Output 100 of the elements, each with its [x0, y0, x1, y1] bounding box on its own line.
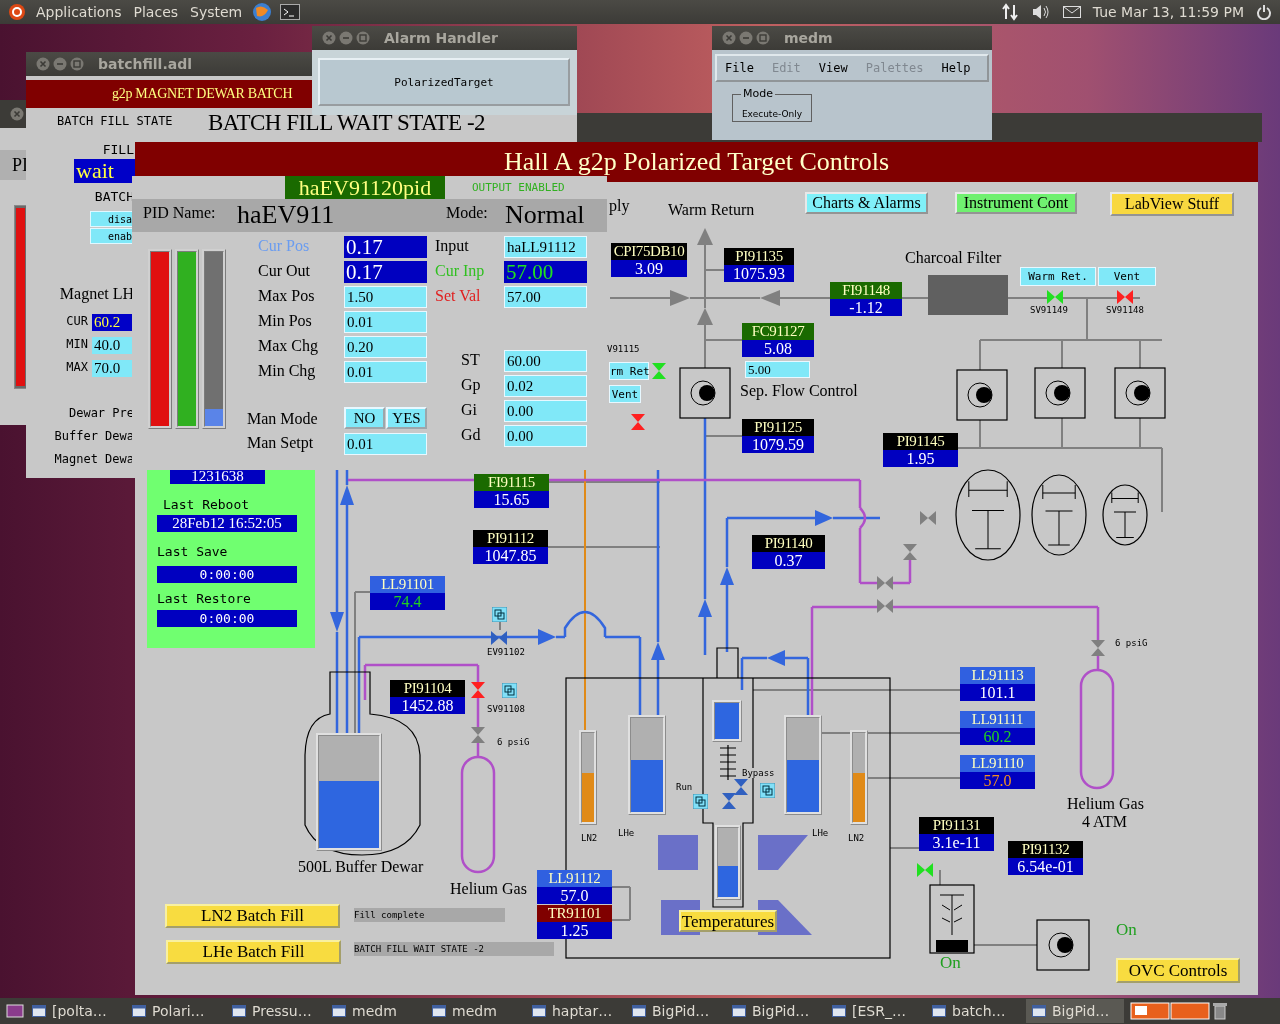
- input-field[interactable]: 0.20: [344, 336, 427, 358]
- valve-icon: [491, 631, 507, 645]
- action-button[interactable]: Temperatures: [679, 910, 777, 932]
- valve-icon: [877, 599, 893, 613]
- info-label: Last Restore: [157, 591, 251, 606]
- input-field[interactable]: 0.00: [504, 400, 587, 422]
- menu-item[interactable]: View: [818, 61, 848, 75]
- pipe-line: [725, 585, 729, 652]
- field-label: Cur Inp: [435, 262, 485, 280]
- input-field[interactable]: 5.00: [745, 361, 810, 378]
- maximize-icon[interactable]: [356, 31, 370, 45]
- trash-icon[interactable]: [1212, 1002, 1228, 1020]
- minimize-icon[interactable]: [739, 31, 753, 45]
- input-field[interactable]: 1.50: [344, 286, 427, 308]
- diagram-label: 4 ATM: [1082, 813, 1127, 831]
- panel-menu[interactable]: Applications: [34, 4, 124, 20]
- terminal-icon[interactable]: [280, 4, 301, 20]
- toggle-button[interactable]: disa: [90, 211, 135, 227]
- action-button[interactable]: OVC Controls: [1116, 958, 1240, 983]
- windows-icon[interactable]: [492, 607, 507, 622]
- taskbar-button[interactable]: [polta…: [26, 999, 124, 1023]
- taskbar-button[interactable]: BigPid…: [726, 999, 824, 1023]
- component-label: 6 psiG: [1115, 638, 1148, 648]
- output-status: OUTPUT ENABLED: [472, 181, 565, 194]
- taskbar-button[interactable]: [ESR_…: [826, 999, 924, 1023]
- reading-value: 3.09: [611, 260, 687, 277]
- nav-button[interactable]: LabView Stuff: [1110, 192, 1234, 216]
- state-label: BATCH FILL STATE: [57, 114, 173, 128]
- show-desktop-icon[interactable]: [6, 1003, 24, 1019]
- flow-arrow-icon: [720, 567, 734, 585]
- valve-button[interactable]: Warm Ret.: [1020, 267, 1096, 286]
- toggle-button[interactable]: NO: [344, 407, 385, 429]
- valve-icon: [917, 863, 933, 877]
- toggle-button[interactable]: YES: [386, 407, 427, 429]
- menu-item[interactable]: Help: [941, 61, 971, 75]
- valve-icon: [1091, 640, 1105, 656]
- input-field[interactable]: 57.00: [504, 286, 587, 308]
- workspace-switcher-icon[interactable]: [1130, 1002, 1210, 1020]
- tag-name-label: LL91112: [537, 870, 612, 887]
- taskbar-button[interactable]: BigPid…: [1026, 999, 1124, 1023]
- taskbar-label: BigPid…: [1052, 1003, 1110, 1019]
- taskbar-button[interactable]: Polari…: [126, 999, 224, 1023]
- browser-globe-icon[interactable]: [252, 2, 273, 22]
- action-button[interactable]: LN2 Batch Fill: [165, 904, 340, 928]
- tag-name-label: LL91111: [960, 711, 1035, 728]
- field-label: Cur Out: [258, 262, 310, 280]
- input-field[interactable]: 0.02: [504, 375, 587, 397]
- field-label: Cur Pos: [258, 237, 310, 255]
- field-label: Min Pos: [258, 312, 312, 330]
- input-field[interactable]: 40.0: [92, 337, 135, 354]
- valve-button[interactable]: Vent: [1098, 267, 1156, 286]
- mail-icon[interactable]: [1062, 6, 1081, 18]
- reading-value: 60.2: [92, 314, 135, 331]
- volume-icon[interactable]: [1030, 4, 1051, 20]
- flow-arrow-icon: [697, 308, 713, 325]
- power-icon[interactable]: [1256, 4, 1272, 20]
- menu-item[interactable]: File: [725, 61, 754, 75]
- panel-menu[interactable]: System: [188, 4, 245, 20]
- panel-menu[interactable]: Places: [131, 4, 181, 20]
- minimize-icon[interactable]: [53, 57, 67, 71]
- windows-icon[interactable]: [760, 783, 775, 798]
- maximize-icon[interactable]: [756, 31, 770, 45]
- valve-button[interactable]: Vent: [609, 385, 641, 403]
- input-field[interactable]: 70.0: [92, 360, 135, 377]
- taskbar-label: medm: [452, 1003, 497, 1019]
- network-arrows-icon[interactable]: [1000, 3, 1019, 21]
- close-icon[interactable]: [322, 31, 336, 45]
- window-icon: [32, 1005, 46, 1017]
- taskbar-button[interactable]: medm: [326, 999, 424, 1023]
- taskbar-button[interactable]: Pressu…: [226, 999, 324, 1023]
- close-icon[interactable]: [722, 31, 736, 45]
- alarm-group-button[interactable]: PolarizedTarget: [318, 58, 570, 106]
- windows-icon[interactable]: [502, 683, 517, 698]
- input-field[interactable]: 60.00: [504, 350, 587, 372]
- input-field[interactable]: 0.01: [344, 433, 427, 455]
- component-label: Bypass: [742, 768, 775, 778]
- input-field[interactable]: 0.01: [344, 311, 427, 333]
- field-label: Max Chg: [258, 337, 318, 355]
- action-button[interactable]: LHe Batch Fill: [166, 940, 341, 964]
- nav-button[interactable]: Instrument Cont: [955, 192, 1077, 214]
- valve-icon: [652, 363, 666, 379]
- pv-name: haEV91120pid: [285, 176, 445, 199]
- maximize-icon[interactable]: [70, 57, 84, 71]
- input-field[interactable]: 0.01: [344, 361, 427, 383]
- minimize-icon[interactable]: [339, 31, 353, 45]
- close-icon[interactable]: [36, 57, 50, 71]
- taskbar-button[interactable]: BigPid…: [626, 999, 724, 1023]
- taskbar-button[interactable]: haptar…: [526, 999, 624, 1023]
- valve-button[interactable]: rm Ret: [609, 362, 649, 380]
- toggle-button[interactable]: enab: [90, 228, 135, 244]
- nav-button[interactable]: Charts & Alarms: [805, 192, 928, 214]
- close-icon[interactable]: [10, 107, 24, 121]
- input-field[interactable]: 0.00: [504, 425, 587, 447]
- input-field[interactable]: haLL91112: [504, 236, 587, 258]
- taskbar-button[interactable]: batch…: [926, 999, 1024, 1023]
- tag-name-label: FI91115: [474, 474, 549, 491]
- clock-text[interactable]: Tue Mar 13, 11:59 PM: [1092, 4, 1244, 20]
- windows-icon[interactable]: [693, 794, 708, 809]
- taskbar-button[interactable]: medm: [426, 999, 524, 1023]
- taskbar-label: Pressu…: [252, 1003, 312, 1019]
